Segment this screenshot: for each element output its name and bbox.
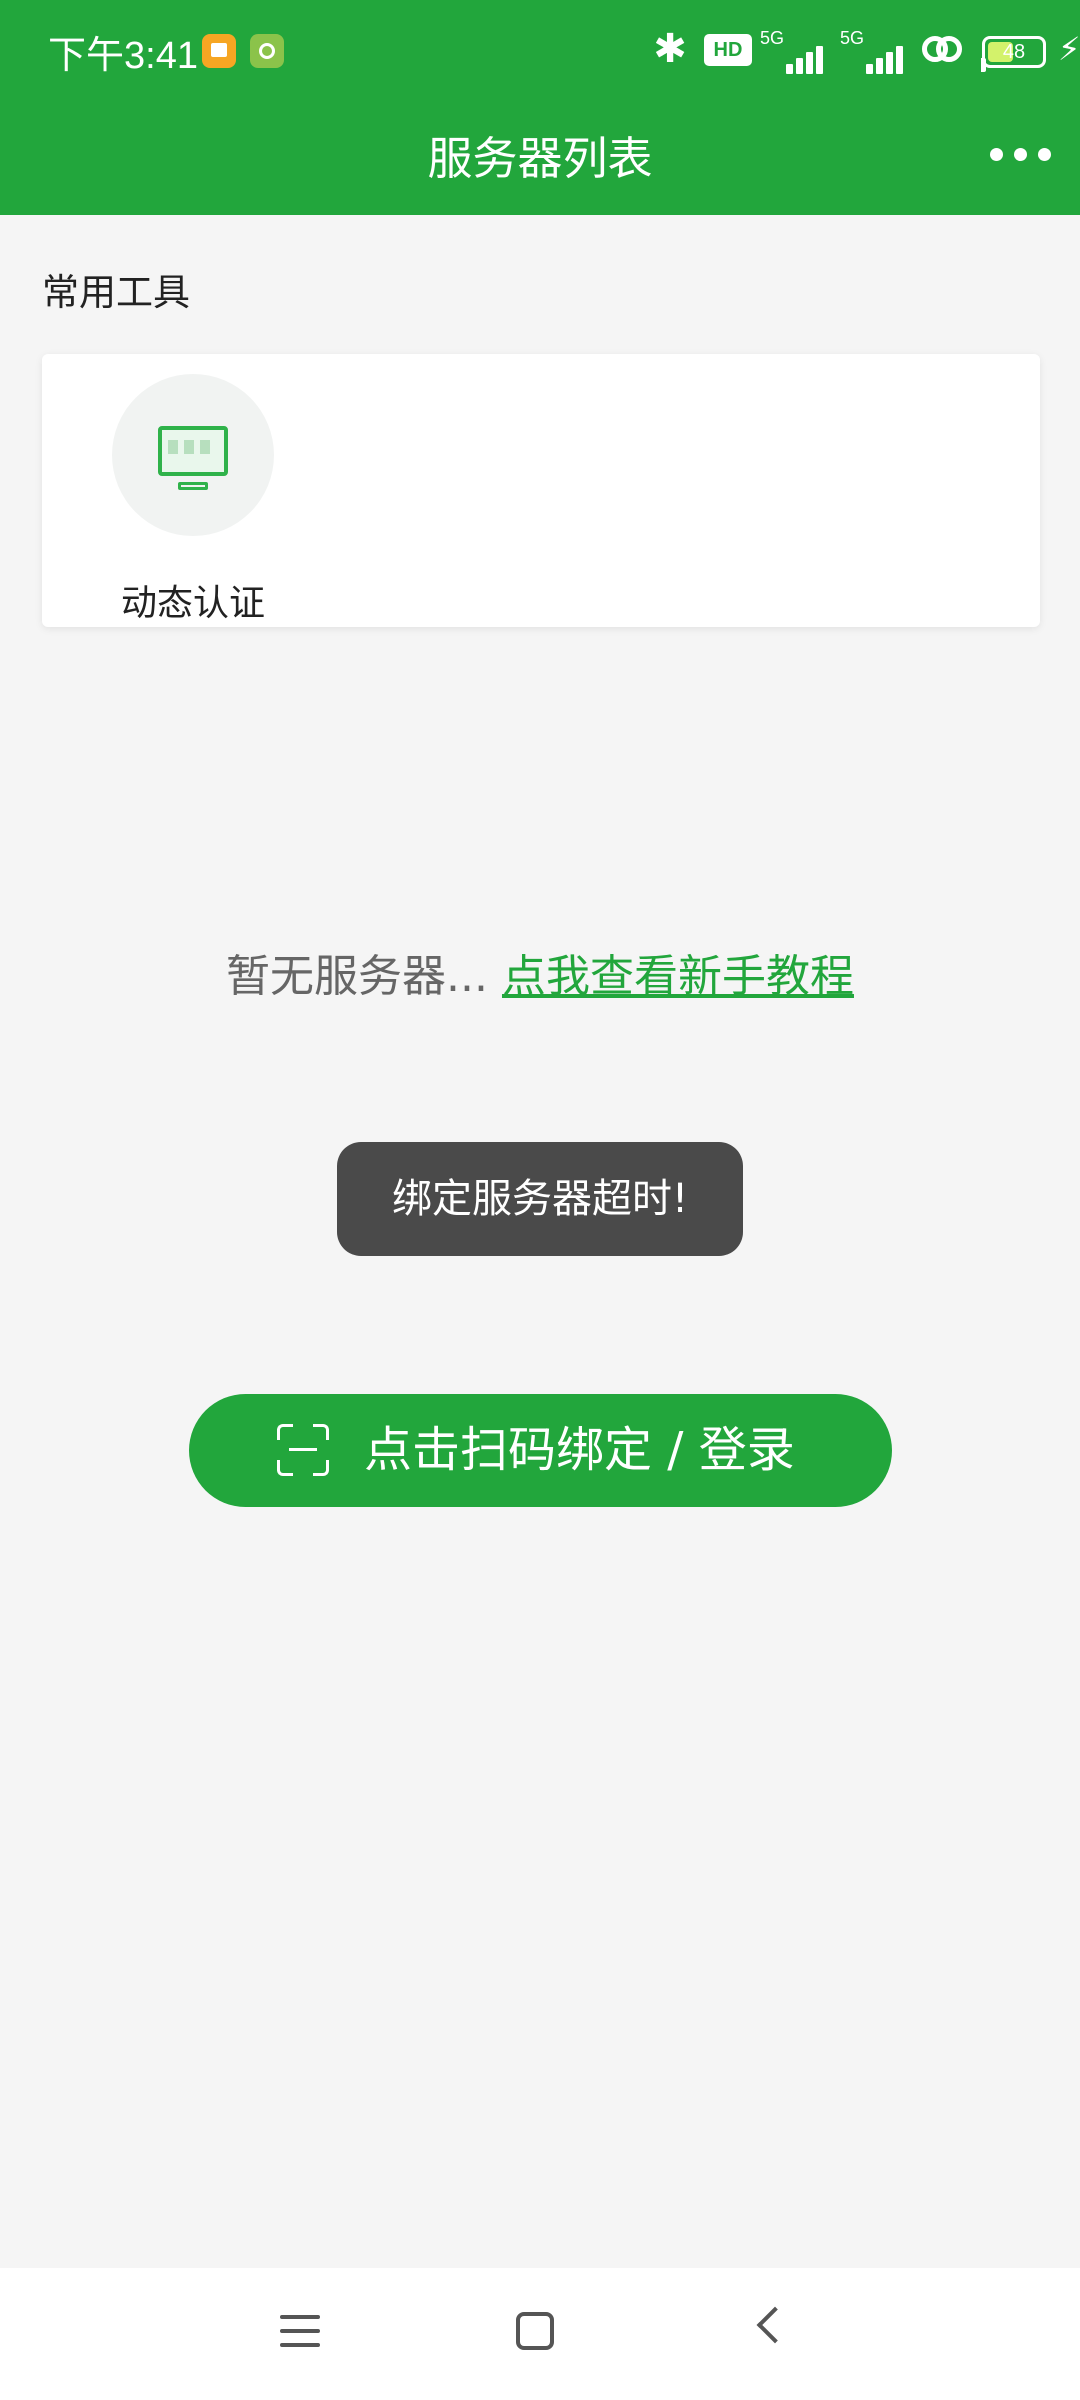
system-nav-bar	[0, 2268, 1080, 2400]
scan-button-label: 点击扫码绑定 / 登录	[364, 1422, 795, 1478]
back-icon[interactable]	[756, 2306, 794, 2344]
tutorial-link[interactable]: 点我查看新手教程	[502, 951, 854, 1002]
battery-level: 48	[1002, 41, 1026, 63]
more-horizontal-icon[interactable]	[990, 140, 1051, 170]
home-icon[interactable]	[516, 2312, 554, 2350]
status-time: 下午3:41	[48, 35, 198, 77]
signal-network-label: 5G	[760, 28, 785, 48]
empty-state: 暂无服务器... 点我查看新手教程	[0, 940, 1080, 1004]
charging-icon: ⚡	[1058, 30, 1080, 68]
signal-strength-icon: 5G	[760, 28, 830, 74]
empty-text: 暂无服务器...	[226, 951, 488, 1002]
scan-icon	[277, 1424, 329, 1476]
monitor-screen	[158, 426, 228, 476]
tool-label: 动态认证	[120, 583, 265, 624]
bluetooth-icon: ✱	[653, 26, 687, 72]
data-link-icon	[922, 36, 962, 68]
signal-network-label: 5G	[840, 28, 865, 48]
notification-app-icon	[202, 34, 236, 68]
app-header: 下午3:41 ✱ HD 5G 5G 48 ⚡ 服务器列表	[0, 0, 1080, 215]
battery-icon: 48	[981, 36, 1046, 72]
scan-bind-login-button[interactable]: 点击扫码绑定 / 登录	[189, 1394, 892, 1507]
monitor-password-icon	[112, 374, 274, 536]
page-title: 服务器列表	[427, 132, 653, 185]
hd-voice-badge: HD	[704, 34, 752, 66]
notification-robot-icon	[250, 34, 284, 68]
monitor-stand	[178, 482, 208, 490]
menu-icon[interactable]	[280, 2313, 320, 2349]
toast-message: 绑定服务器超时!	[337, 1142, 743, 1256]
tools-card: 动态认证	[42, 354, 1040, 627]
section-label: 常用工具	[42, 271, 190, 314]
signal-strength-icon: 5G	[840, 28, 910, 74]
status-bar: 下午3:41 ✱ HD 5G 5G 48 ⚡	[0, 0, 1080, 100]
tool-dynamic-auth[interactable]: 动态认证	[82, 374, 274, 624]
